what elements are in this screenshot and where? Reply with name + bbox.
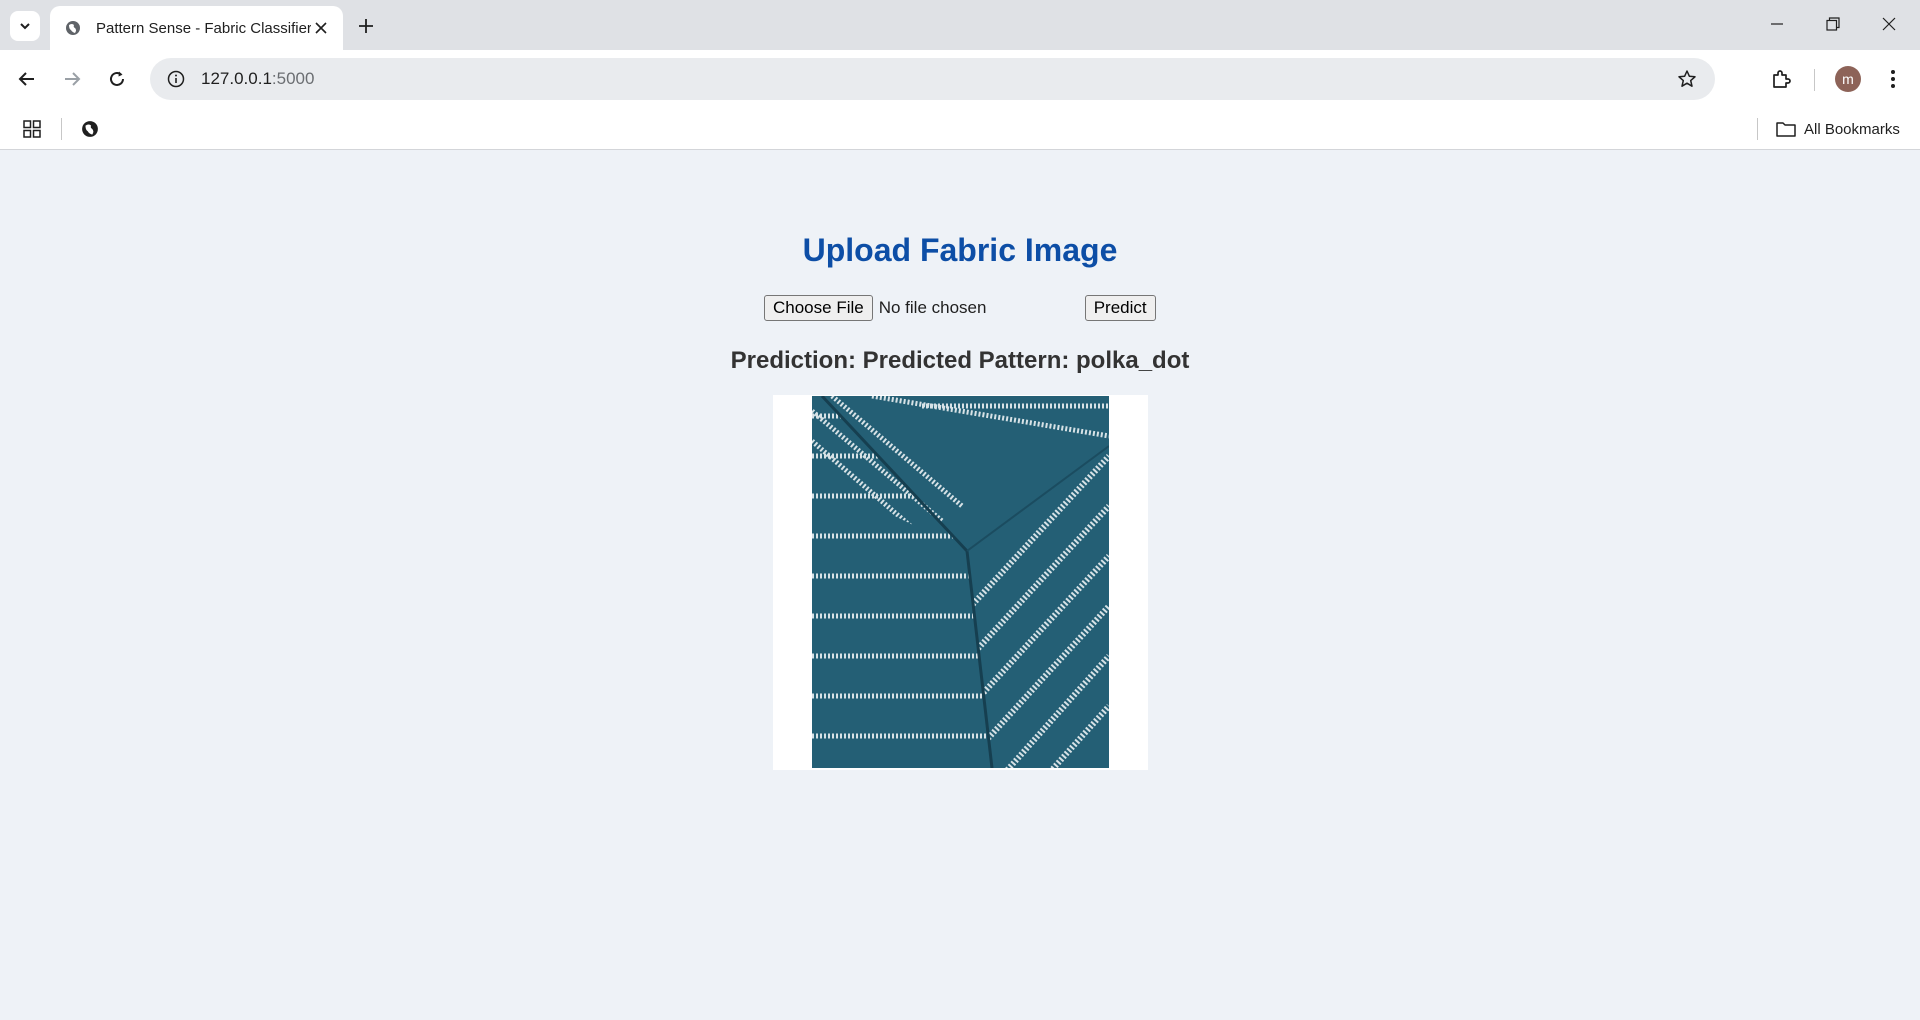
tab-strip: Pattern Sense - Fabric Classifier: [0, 0, 1920, 50]
all-bookmarks-button[interactable]: All Bookmarks: [1776, 114, 1900, 144]
close-icon: [1882, 17, 1896, 31]
minimize-icon: [1771, 23, 1783, 25]
page-title: Upload Fabric Image: [802, 232, 1118, 268]
url-port: :5000: [271, 69, 315, 88]
address-bar[interactable]: 127.0.0.1:5000: [150, 58, 1715, 100]
predict-button[interactable]: Predict: [1084, 295, 1156, 321]
avatar[interactable]: m: [1835, 66, 1861, 92]
reload-icon: [110, 71, 124, 86]
toolbar-divider: [1814, 69, 1815, 91]
kebab-menu-icon: [1891, 70, 1895, 88]
fabric-image: [812, 396, 1109, 768]
url-host: 127.0.0.1: [201, 69, 272, 88]
close-icon[interactable]: [311, 18, 331, 38]
tab-search-button[interactable]: [10, 11, 40, 41]
globe-icon: [64, 19, 82, 37]
close-window-button[interactable]: [1861, 0, 1917, 48]
globe-icon[interactable]: [78, 117, 102, 141]
choose-file-button[interactable]: Choose File: [764, 295, 873, 321]
browser-toolbar: 127.0.0.1:5000 m: [0, 50, 1920, 108]
extensions-button[interactable]: [1764, 62, 1798, 96]
plus-icon: [359, 19, 373, 33]
tab-title: Pattern Sense - Fabric Classifier: [96, 19, 311, 37]
back-icon: [18, 72, 34, 86]
restore-button[interactable]: [1805, 0, 1861, 48]
prediction-result: Prediction: Predicted Pattern: polka_dot: [730, 347, 1190, 374]
file-status-text: No file chosen: [878, 298, 987, 317]
active-tab[interactable]: Pattern Sense - Fabric Classifier: [50, 6, 343, 50]
info-icon[interactable]: [163, 66, 189, 92]
bookmarks-divider: [1757, 118, 1758, 140]
all-bookmarks-label: All Bookmarks: [1804, 120, 1900, 138]
tab-search-icon: [20, 23, 30, 30]
page-content: Upload Fabric Image Choose File No file …: [0, 151, 1920, 1020]
apps-grid-icon[interactable]: [20, 117, 44, 141]
back-button[interactable]: [10, 62, 44, 96]
menu-button[interactable]: [1876, 62, 1910, 96]
forward-icon: [65, 72, 81, 86]
extensions-icon: [1773, 70, 1791, 88]
bookmarks-divider: [61, 118, 62, 140]
minimize-button[interactable]: [1749, 0, 1805, 48]
url-text: 127.0.0.1:5000: [201, 69, 314, 89]
new-tab-button[interactable]: [352, 12, 380, 40]
folder-icon: [1776, 121, 1796, 137]
bookmarks-bar: All Bookmarks: [0, 108, 1920, 150]
upload-form: Choose File No file chosen Predict: [764, 295, 1156, 321]
star-icon[interactable]: [1675, 67, 1699, 91]
forward-button[interactable]: [55, 62, 89, 96]
uploaded-image-frame: [773, 395, 1148, 770]
restore-icon: [1826, 17, 1840, 31]
reload-button[interactable]: [100, 62, 134, 96]
